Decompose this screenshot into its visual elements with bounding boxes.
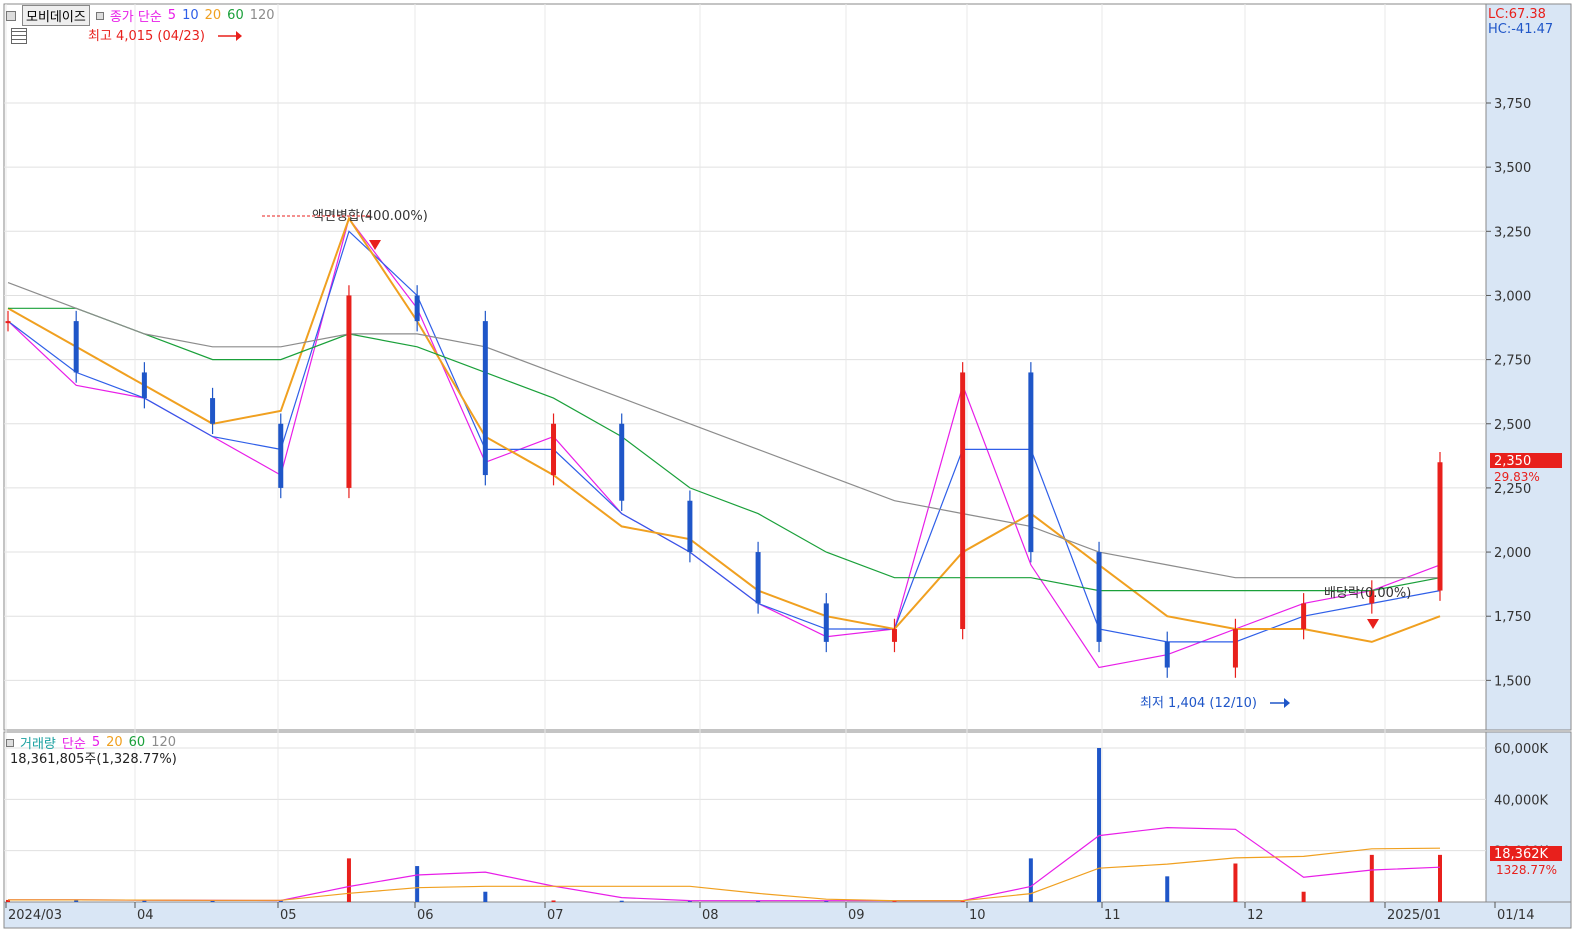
last-price: 2,350 xyxy=(1494,454,1531,469)
vol-ma-period-60[interactable]: 60 xyxy=(129,735,146,750)
ma-period-5[interactable]: 5 xyxy=(168,8,176,23)
candle-body xyxy=(1232,629,1238,668)
price-tick-label: 2,000 xyxy=(1494,546,1531,561)
price-tick-label: 3,500 xyxy=(1494,161,1531,176)
volume-legend: 거래량 단순 5 20 60 120 xyxy=(6,733,176,752)
symbol-name[interactable]: 모비데이즈 xyxy=(22,5,90,26)
volume-bar xyxy=(415,866,420,902)
hc-label: HC:-41.47 xyxy=(1488,22,1553,37)
volume-bar xyxy=(1233,863,1238,902)
candle-body xyxy=(1437,462,1443,591)
volume-text: 18,361,805주(1,328.77%) xyxy=(10,752,177,767)
price-panel-bg xyxy=(3,3,1487,731)
x-tick-label: 11 xyxy=(1104,908,1121,923)
x-tick-label: 2025/01 xyxy=(1387,908,1441,923)
candle-body xyxy=(755,552,761,604)
legend-square-icon xyxy=(6,10,16,21)
volume-bar xyxy=(1438,854,1442,902)
low-annotation: 최저 1,404 (12/10) xyxy=(1140,696,1257,711)
candle-body xyxy=(73,321,79,373)
candle-body xyxy=(278,423,284,488)
price-tick-label: 2,250 xyxy=(1494,482,1531,497)
volume-bar xyxy=(1097,748,1102,902)
lc-label: LC:67.38 xyxy=(1488,7,1546,22)
volume-panel-bg xyxy=(3,731,1487,903)
volume-bar xyxy=(346,858,351,902)
volume-bar xyxy=(483,891,488,902)
price-tick-label: 3,250 xyxy=(1494,225,1531,240)
last-volume-pct: 1328.77% xyxy=(1496,863,1557,877)
price-tick-label: 3,750 xyxy=(1494,97,1531,112)
candle-body xyxy=(210,398,216,424)
price-tick-label: 1,500 xyxy=(1494,674,1531,689)
stock-chart-window: 3,750 3,500 3,250 3,000 2,750 2,500 2,250 2,000… xyxy=(0,0,1575,933)
volume-bar xyxy=(551,900,556,902)
x-tick-label: 10 xyxy=(969,908,986,923)
volume-bar xyxy=(1165,876,1170,902)
ma-period-60[interactable]: 60 xyxy=(227,8,244,23)
vol-ma-period-20[interactable]: 20 xyxy=(106,735,123,750)
price-tick-label: 1,750 xyxy=(1494,610,1531,625)
x-tick-label: 09 xyxy=(848,908,865,923)
vol-ma-period-120[interactable]: 120 xyxy=(151,735,176,750)
ma-period-120[interactable]: 120 xyxy=(250,8,275,23)
candle-body xyxy=(1096,552,1102,642)
x-axis-bg xyxy=(3,901,1572,929)
vol-ma-period-5[interactable]: 5 xyxy=(92,735,100,750)
volume-tick-label: 60,000K xyxy=(1494,742,1548,757)
x-tick-label: 07 xyxy=(547,908,564,923)
dividend-annotation: 배당락(0.00%) xyxy=(1324,586,1411,601)
volume-tick-label: 40,000K xyxy=(1494,793,1548,808)
x-tick-label: 12 xyxy=(1247,908,1264,923)
x-tick-label: 08 xyxy=(702,908,719,923)
volume-bar xyxy=(1369,854,1374,902)
legend-ma-icon xyxy=(95,11,104,20)
candle-body xyxy=(482,321,488,476)
candle-body xyxy=(960,372,966,630)
candle-body xyxy=(5,321,11,324)
chart-canvas[interactable]: 3,750 3,500 3,250 3,000 2,750 2,500 2,250 2,000… xyxy=(0,0,1575,933)
candle-body xyxy=(823,603,829,642)
volume-ma-label[interactable]: 단순 xyxy=(62,733,86,752)
candle-body xyxy=(414,295,420,322)
x-tick-label: 04 xyxy=(137,908,154,923)
last-volume: 18,362K xyxy=(1494,847,1548,862)
candle-body xyxy=(1301,603,1307,630)
candle-body xyxy=(1164,641,1170,668)
price-legend: 모비데이즈 종가 단순 5 10 20 60 120 xyxy=(6,5,275,26)
grid-toggle-icon[interactable] xyxy=(11,28,27,44)
high-annotation: 최고 4,015 (04/23) xyxy=(88,29,205,44)
ma-label[interactable]: 종가 단순 xyxy=(110,6,162,25)
legend-square-icon xyxy=(6,738,14,747)
volume-label[interactable]: 거래량 xyxy=(20,733,56,752)
candle-body xyxy=(1028,372,1034,553)
candle-body xyxy=(141,372,147,399)
price-tick-label: 3,000 xyxy=(1494,289,1531,304)
price-tick-label: 2,500 xyxy=(1494,418,1531,433)
volume-bar xyxy=(1301,891,1306,902)
x-tick-label: 06 xyxy=(417,908,434,923)
ma-period-20[interactable]: 20 xyxy=(205,8,222,23)
candle-body xyxy=(891,629,897,642)
volume-bar xyxy=(619,900,624,902)
ma-period-10[interactable]: 10 xyxy=(182,8,199,23)
x-tick-label: 01/14 xyxy=(1497,908,1534,923)
volume-bar xyxy=(1028,858,1033,902)
candle-body xyxy=(551,423,557,476)
last-change: 29.83% xyxy=(1494,470,1540,484)
candle-body xyxy=(687,500,693,553)
candle-body xyxy=(619,423,625,501)
price-tick-label: 2,750 xyxy=(1494,354,1531,369)
x-tick-label: 2024/03 xyxy=(8,908,62,923)
x-tick-label: 05 xyxy=(280,908,297,923)
candle-body xyxy=(346,295,352,488)
